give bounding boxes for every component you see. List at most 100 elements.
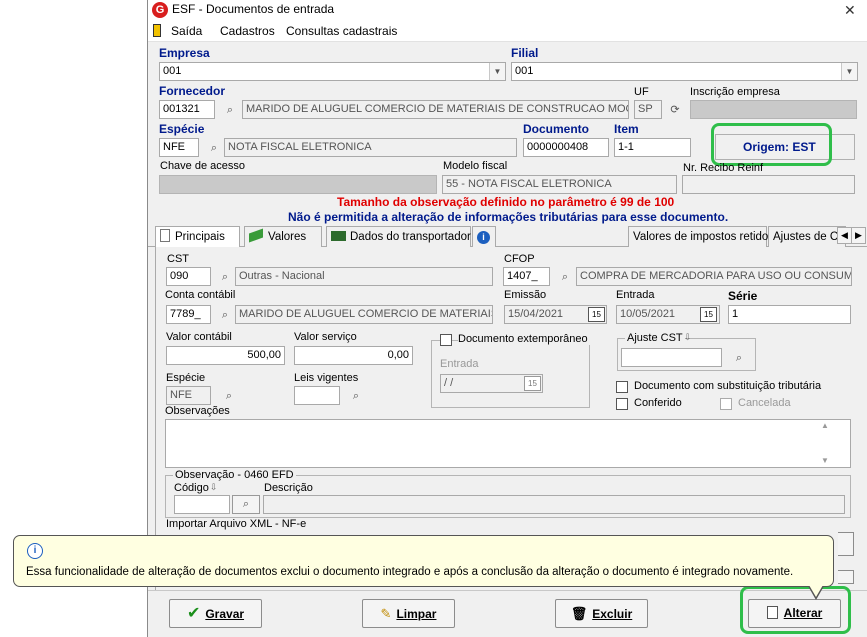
item-field[interactable]: 1-1	[614, 138, 691, 157]
ajuste-cst-label: Ajuste CST	[625, 332, 685, 344]
tab-scroll-left-icon[interactable]: ◀	[837, 227, 852, 244]
conta-label: Conta contábil	[165, 289, 236, 301]
uf-label: UF	[634, 86, 649, 98]
chevron-down-icon: ▼	[841, 63, 857, 80]
recibo-label: Nr. Recibo Reinf	[683, 162, 764, 174]
codigo-field[interactable]	[174, 495, 230, 514]
search-binoculars-icon[interactable]: ⌕	[223, 104, 237, 116]
tab-impostos-label: Valores de impostos retidos	[633, 231, 775, 243]
modelo-label: Modelo fiscal	[443, 160, 508, 172]
observacoes-label: Observações	[165, 405, 230, 417]
search-binoculars-icon[interactable]: ⌕	[218, 309, 232, 321]
alterar-highlight	[740, 586, 851, 634]
tab-info[interactable]: i	[472, 226, 496, 247]
valor-servico-field[interactable]: 0,00	[294, 346, 413, 365]
conferido-checkbox[interactable]	[616, 398, 628, 410]
serie-field[interactable]: 1	[728, 305, 851, 324]
especie-code-field[interactable]: NFE	[159, 138, 199, 157]
inscricao-field	[690, 100, 857, 119]
observacao-warning-text: Tamanho da observação definido no parâme…	[337, 195, 675, 209]
search-binoculars-icon[interactable]: ⌕	[558, 271, 572, 283]
doc-extemporaneo-label: Documento extemporâneo	[458, 333, 590, 345]
pin-icon: ⇩	[210, 482, 218, 492]
search-binoculars-icon[interactable]: ⌕	[232, 495, 260, 514]
hidden-button-edge	[838, 570, 854, 584]
search-binoculars-icon[interactable]: ⌕	[222, 390, 236, 402]
especie-name-field: NOTA FISCAL ELETRONICA	[224, 138, 517, 157]
truck-icon	[331, 231, 346, 241]
empresa-value: 001	[163, 65, 182, 77]
codigo-label: Código	[174, 482, 209, 494]
calendar-icon[interactable]: 15	[588, 307, 605, 322]
especie2-field[interactable]: NFE	[166, 386, 211, 405]
leis-field[interactable]	[294, 386, 340, 405]
recibo-field	[682, 175, 855, 194]
especie-label: Espécie	[159, 122, 205, 136]
tab-ajustes[interactable]: Ajustes de C	[768, 226, 846, 247]
refresh-icon[interactable]: ⟳	[668, 104, 682, 116]
scroll-up-icon[interactable]: ▲	[821, 421, 829, 430]
gravar-label: Gravar	[205, 607, 245, 621]
importar-xml-label: Importar Arquivo XML - NF-e	[166, 518, 307, 530]
conta-code-field[interactable]: 7789_	[166, 305, 211, 324]
documento-field[interactable]: 0000000408	[523, 138, 609, 157]
valor-contabil-field[interactable]: 500,00	[166, 346, 285, 365]
eraser-icon: ✎	[380, 606, 392, 621]
info-icon: i	[477, 231, 490, 244]
cancelada-label: Cancelada	[738, 397, 791, 409]
chevron-down-icon: ▼	[489, 63, 505, 80]
menu-item-saida[interactable]: Saída	[171, 24, 202, 38]
filial-select[interactable]: 001 ▼	[511, 62, 858, 81]
search-binoculars-icon[interactable]: ⌕	[732, 352, 746, 364]
menu-item-cadastros[interactable]: Cadastros	[220, 24, 275, 38]
menu-item-consultas[interactable]: Consultas cadastrais	[286, 24, 397, 38]
observacoes-textarea[interactable]	[165, 419, 851, 468]
tab-transportador[interactable]: Dados do transportador	[326, 226, 471, 247]
hidden-button-edge	[838, 532, 854, 556]
chave-label: Chave de acesso	[160, 160, 245, 172]
trash-icon: 🗑	[570, 606, 588, 621]
window-title: ESF - Documentos de entrada	[172, 2, 335, 16]
fornecedor-code-field[interactable]: 001321	[159, 100, 215, 119]
close-icon[interactable]: ✕	[844, 2, 856, 19]
obs-efd-label: Observação - 0460 EFD	[173, 469, 296, 481]
subst-checkbox[interactable]	[616, 381, 628, 393]
cst-code-field[interactable]: 090	[166, 267, 211, 286]
cst-label: CST	[167, 253, 189, 265]
modelo-field: 55 - NOTA FISCAL ELETRONICA	[442, 175, 677, 194]
limpar-button[interactable]: ✎ Limpar	[362, 599, 455, 628]
entrada-label: Entrada	[616, 289, 655, 301]
info-icon: i	[27, 543, 43, 559]
tab-principais[interactable]: Principais	[155, 226, 240, 248]
excluir-button[interactable]: 🗑 Excluir	[555, 599, 648, 628]
leis-label: Leis vigentes	[294, 372, 359, 384]
calendar-icon[interactable]: 15	[700, 307, 717, 322]
gravar-button[interactable]: ✔ Gravar	[169, 599, 262, 628]
empresa-label: Empresa	[159, 46, 210, 60]
search-binoculars-icon[interactable]: ⌕	[218, 271, 232, 283]
tab-scroll-right-icon[interactable]: ▶	[851, 227, 866, 244]
cfop-code-field[interactable]: 1407_	[503, 267, 550, 286]
cst-desc-field: Outras - Nacional	[235, 267, 493, 286]
empresa-select[interactable]: 001 ▼	[159, 62, 506, 81]
doc-extemporaneo-checkbox[interactable]	[440, 334, 452, 346]
ajuste-cst-field[interactable]	[621, 348, 722, 367]
serie-label: Série	[728, 289, 758, 303]
valor-contabil-label: Valor contábil	[166, 331, 232, 343]
app-logo-icon: G	[152, 2, 168, 18]
tributarias-warning-text: Não é permitida a alteração de informaçõ…	[288, 210, 729, 224]
tab-impostos[interactable]: Valores de impostos retidos	[628, 226, 774, 247]
search-binoculars-icon[interactable]: ⌕	[349, 390, 363, 402]
tab-valores[interactable]: Valores	[244, 226, 322, 247]
tooltip-text: Essa funcionalidade de alteração de docu…	[26, 566, 794, 578]
origem-highlight	[711, 123, 832, 166]
tab-ajustes-label: Ajustes de C	[773, 231, 839, 243]
conta-desc-field: MARIDO DE ALUGUEL COMERCIO DE MATERIAIS	[235, 305, 493, 324]
limpar-label: Limpar	[396, 607, 437, 621]
scroll-down-icon[interactable]: ▼	[821, 456, 829, 465]
descricao-label: Descrição	[264, 482, 313, 494]
pin-icon: ⇩	[684, 332, 692, 342]
emissao-label: Emissão	[504, 289, 547, 301]
search-binoculars-icon[interactable]: ⌕	[207, 142, 221, 154]
tab-transportador-label: Dados do transportador	[350, 231, 471, 243]
